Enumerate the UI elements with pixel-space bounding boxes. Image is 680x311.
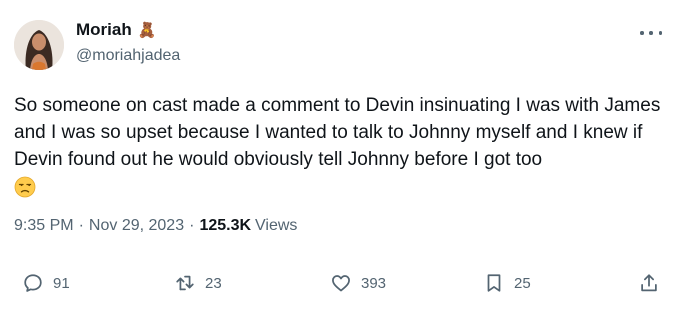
heart-icon (332, 275, 350, 292)
display-name[interactable]: Moriah (76, 20, 132, 40)
views-label: Views (255, 217, 298, 234)
user-handle[interactable]: @moriahjadea (76, 47, 180, 65)
meta-separator: · (189, 217, 195, 234)
reply-icon (24, 274, 42, 292)
action-bar: 91 23 393 25 (0, 272, 680, 300)
more-options-button[interactable] (640, 28, 662, 38)
like-count: 393 (361, 274, 387, 292)
like-button[interactable]: 393 (330, 272, 386, 294)
bookmark-count: 25 (514, 274, 531, 292)
repost-button[interactable]: 23 (174, 272, 222, 294)
bookmark-button[interactable]: 25 (483, 272, 531, 294)
share-icon (641, 274, 657, 292)
share-button[interactable] (638, 272, 660, 294)
repost-count: 23 (205, 274, 222, 292)
avatar-image (14, 20, 64, 70)
more-horizontal-icon (640, 31, 644, 35)
tweet-meta: 9:35 PM · Nov 29, 2023 · 125.3K Views (14, 217, 297, 235)
tweet-date[interactable]: Nov 29, 2023 (89, 217, 184, 235)
unamused-face-emoji: 😒 (14, 176, 36, 206)
teddy-bear-emoji: 🧸 (137, 21, 157, 39)
avatar[interactable] (14, 20, 64, 70)
views-count: 125.3K (199, 217, 252, 234)
repost-icon (176, 275, 194, 291)
bookmark-icon (487, 274, 501, 292)
meta-separator: · (78, 217, 84, 234)
reply-count: 91 (53, 274, 70, 292)
reply-button[interactable]: 91 (22, 272, 70, 294)
tweet-text: So someone on cast made a comment to Dev… (14, 92, 668, 206)
tweet-body: So someone on cast made a comment to Dev… (14, 95, 661, 170)
tweet-time[interactable]: 9:35 PM (14, 217, 74, 235)
